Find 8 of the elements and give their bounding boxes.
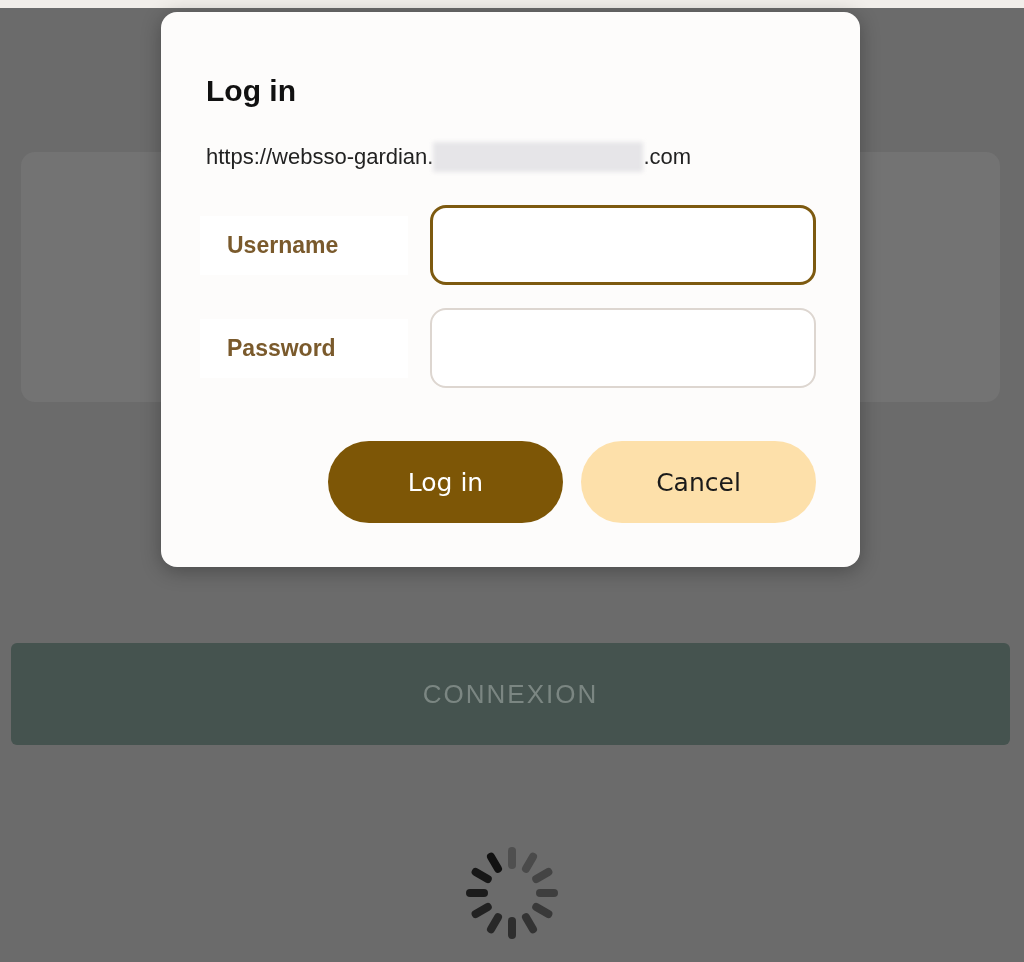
url-text: .com	[643, 144, 692, 170]
cancel-button[interactable]: Cancel	[581, 441, 816, 523]
url-text: https://websso-gardian.	[206, 144, 434, 170]
dialog-title: Log in	[206, 74, 297, 108]
field-label: Password	[200, 318, 408, 378]
input-field[interactable]	[430, 205, 816, 285]
login-button[interactable]: Log in	[328, 441, 563, 523]
field-label: Username	[200, 215, 408, 275]
